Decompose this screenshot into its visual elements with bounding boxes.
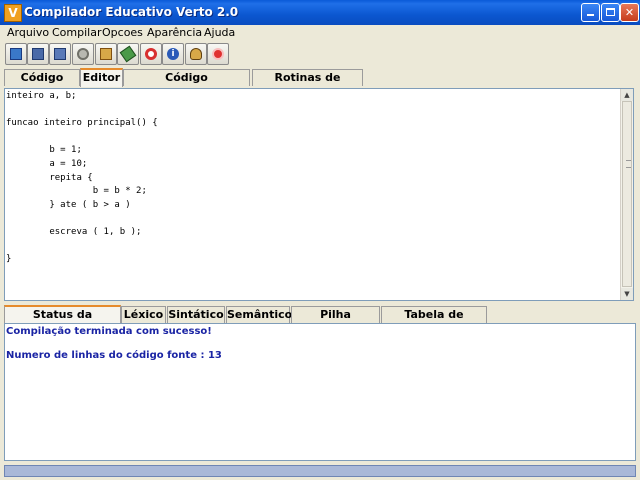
info-button[interactable]: i: [162, 43, 184, 65]
eraser-icon: [119, 45, 137, 63]
settings-button[interactable]: [72, 43, 94, 65]
close-button[interactable]: ✕: [620, 3, 639, 22]
tab-tabela-de-simbolos[interactable]: Tabela de Símbolos: [381, 306, 487, 337]
settings-icon: [77, 48, 89, 60]
new-file-icon: [10, 48, 22, 60]
status-bar: [4, 465, 636, 477]
tab-editor[interactable]: Editor: [80, 68, 123, 87]
source-code-text[interactable]: inteiro a, b; funcao inteiro principal()…: [6, 90, 158, 267]
about-icon: [190, 48, 202, 60]
maximize-button[interactable]: [601, 3, 620, 22]
stop-button[interactable]: [207, 43, 229, 65]
info-icon: i: [167, 48, 179, 60]
code-editor[interactable]: inteiro a, b; funcao inteiro principal()…: [4, 88, 634, 301]
compilation-status-message: Compilação terminada com sucesso!: [6, 326, 212, 337]
tab-status-da-compilacao[interactable]: Status da Compilação: [4, 305, 121, 337]
output-tabs: Status da Compilação Léxico Sintático Se…: [0, 305, 640, 337]
window-title: Compilador Educativo Verto 2.0: [24, 5, 239, 19]
editor-tabs: Código Fonte Editor Código MacroAssemble…: [0, 68, 640, 100]
save-as-button[interactable]: [49, 43, 71, 65]
tab-semantico[interactable]: Semântico: [226, 306, 292, 323]
stop-icon: [212, 48, 224, 60]
save-as-icon: [54, 48, 66, 60]
tab-codigo-fonte[interactable]: Código Fonte: [4, 69, 80, 100]
help-lifebuoy-button[interactable]: [140, 43, 162, 65]
about-button[interactable]: [185, 43, 207, 65]
scroll-down-icon[interactable]: ▼: [621, 288, 633, 300]
save-button[interactable]: [27, 43, 49, 65]
minimize-icon: [587, 14, 594, 16]
source-line-count: Numero de linhas do código fonte : 13: [6, 350, 222, 361]
tab-pilha-semantica[interactable]: Pilha Semântica: [291, 306, 380, 337]
eraser-button[interactable]: [117, 43, 139, 65]
tab-rotinas-de-biblioteca[interactable]: Rotinas de Biblioteca: [252, 69, 363, 100]
scroll-up-icon[interactable]: ▲: [621, 89, 633, 101]
menu-opcoes[interactable]: Opcoes: [102, 26, 143, 39]
tab-sintatico[interactable]: Sintático: [167, 306, 225, 323]
help-lifebuoy-icon: [145, 48, 157, 60]
app-icon: V: [4, 4, 22, 22]
build-button[interactable]: [95, 43, 117, 65]
scroll-thumb[interactable]: [622, 101, 632, 287]
tab-codigo-macroassembler[interactable]: Código MacroAssembler: [123, 69, 250, 100]
toolbar: i: [0, 42, 640, 68]
menu-aparencia[interactable]: Aparência: [147, 26, 202, 39]
new-file-button[interactable]: [5, 43, 27, 65]
menu-compilar[interactable]: Compilar: [52, 26, 101, 39]
grip-icon: [626, 160, 631, 168]
minimize-button[interactable]: [581, 3, 600, 22]
tab-lexico[interactable]: Léxico: [121, 306, 166, 323]
menu-arquivo[interactable]: Arquivo: [7, 26, 49, 39]
close-icon: ✕: [624, 6, 635, 19]
compilation-output[interactable]: Compilação terminada com sucesso! Numero…: [4, 323, 636, 461]
build-icon: [100, 48, 112, 60]
menu-ajuda[interactable]: Ajuda: [204, 26, 235, 39]
save-icon: [32, 48, 44, 60]
title-bar[interactable]: V Compilador Educativo Verto 2.0 ✕: [0, 0, 640, 25]
editor-vertical-scrollbar[interactable]: ▲ ▼: [620, 89, 633, 300]
menu-bar: Arquivo Compilar Opcoes Aparência Ajuda: [0, 25, 640, 41]
maximize-icon: [606, 8, 615, 16]
